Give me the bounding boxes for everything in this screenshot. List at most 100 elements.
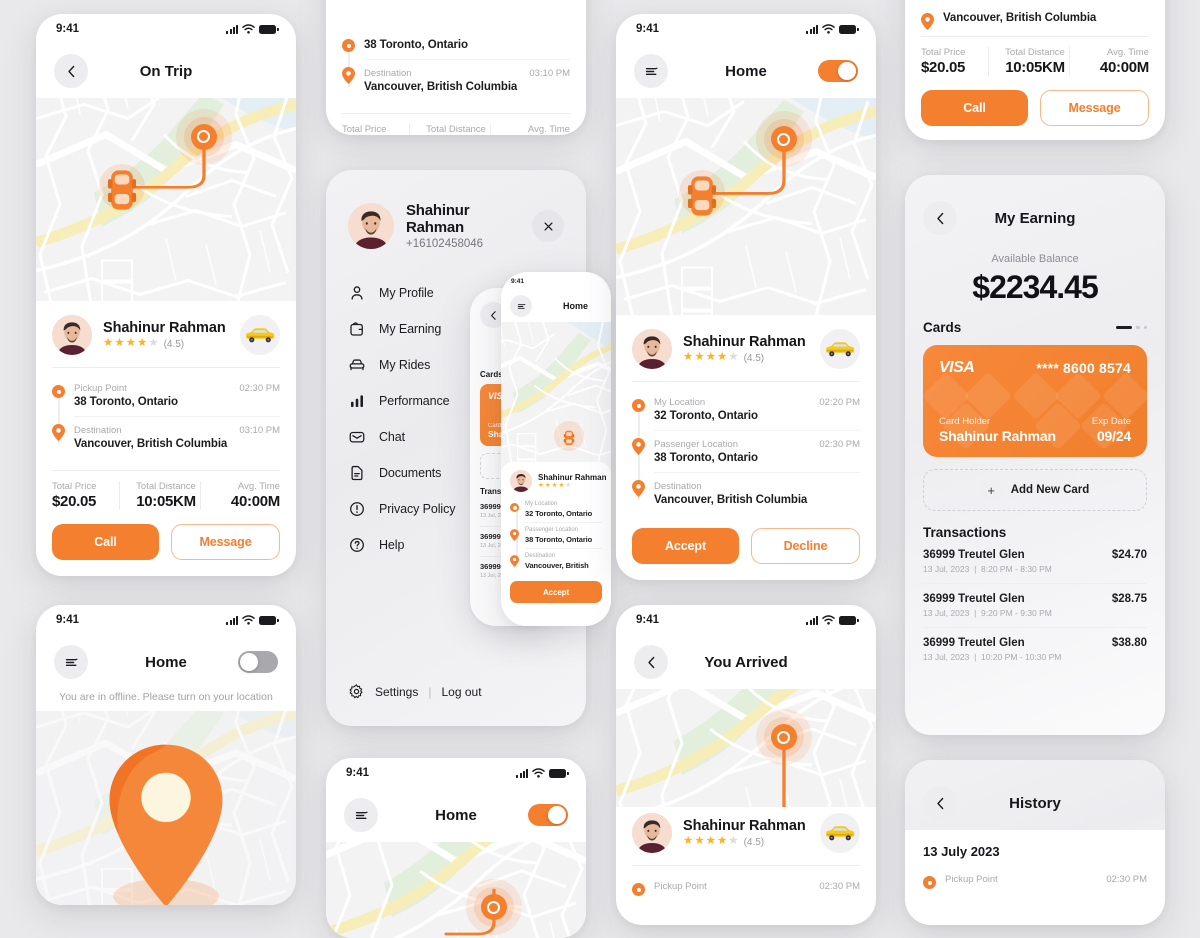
back-button[interactable] bbox=[923, 786, 957, 820]
close-button[interactable] bbox=[532, 210, 564, 242]
back-button[interactable] bbox=[54, 54, 88, 88]
map-offline[interactable] bbox=[36, 711, 296, 905]
back-button[interactable] bbox=[634, 645, 668, 679]
user-icon bbox=[348, 284, 366, 302]
document-icon bbox=[348, 464, 366, 482]
map-arrived[interactable] bbox=[616, 689, 876, 807]
destination-pin-icon bbox=[632, 480, 645, 502]
transaction-meta: 13 Jul, 2023 | 8:20 PM - 8:30 PM bbox=[923, 564, 1052, 574]
accept-button[interactable]: Accept bbox=[632, 528, 739, 564]
destination-pin-icon bbox=[921, 13, 934, 35]
battery-icon bbox=[839, 24, 859, 34]
transaction-name: 36999 Treutel Glen bbox=[923, 637, 1025, 649]
offline-message: You are in offline. Please turn on your … bbox=[59, 691, 273, 703]
online-toggle[interactable] bbox=[528, 804, 568, 826]
transaction-row[interactable]: 36999 Treutel Glen $28.75 13 Jul, 2023 |… bbox=[923, 583, 1147, 627]
menu-item-label: Chat bbox=[379, 430, 406, 444]
status-time: 9:41 bbox=[636, 614, 660, 626]
history-date: 13 July 2023 bbox=[923, 844, 1000, 859]
trip-label: Pickup Point bbox=[654, 881, 707, 892]
accept-button[interactable]: Accept bbox=[510, 581, 602, 603]
car-icon bbox=[99, 167, 145, 213]
car-marker bbox=[554, 421, 585, 451]
menu-item-label: Privacy Policy bbox=[379, 502, 456, 516]
trip-row: Destination Vancouver, British bbox=[525, 548, 602, 574]
navbar-history: History bbox=[905, 776, 1165, 830]
wifi-icon bbox=[532, 768, 545, 778]
passenger-location-pin-icon bbox=[632, 438, 645, 460]
car-marker[interactable] bbox=[98, 164, 145, 213]
online-toggle[interactable] bbox=[818, 60, 858, 82]
driver-name: Shahinur Rahman bbox=[103, 320, 226, 337]
transaction-meta: 13 Jul, 2023 | 10:20 PM - 10:30 PM bbox=[923, 652, 1062, 662]
design-canvas: 9:41 On Trip Shahinur Rahman ★ ★ ★ ★ ★ (… bbox=[0, 0, 1200, 938]
destination-pin[interactable] bbox=[755, 709, 812, 766]
vehicle-thumbnail bbox=[820, 813, 860, 853]
trip-route-list: Pickup Point 02:30 PM 38 Toronto, Ontari… bbox=[52, 378, 280, 458]
map-home[interactable] bbox=[326, 842, 586, 938]
back-button[interactable] bbox=[923, 201, 957, 235]
user-name: Shahinur Rahman bbox=[406, 202, 470, 236]
cards-label: Cards bbox=[923, 320, 962, 335]
gear-icon bbox=[348, 683, 365, 700]
transaction-row[interactable]: 36999 Treutel Glen $24.70 13 Jul, 2023 |… bbox=[923, 540, 1147, 583]
status-time: 9:41 bbox=[636, 23, 660, 35]
drawer-header: Shahinur Rahman +16102458046 bbox=[326, 170, 586, 250]
message-button[interactable]: Message bbox=[1040, 90, 1149, 126]
add-new-card-button[interactable]: + Add New Card bbox=[923, 469, 1147, 511]
map-home[interactable] bbox=[616, 98, 876, 315]
call-button[interactable]: Call bbox=[52, 524, 159, 560]
exp-date-label: Exp Date bbox=[1091, 416, 1131, 427]
chevron-left-icon bbox=[63, 63, 80, 80]
carousel-indicator[interactable] bbox=[1116, 325, 1147, 330]
settings-link[interactable]: Settings bbox=[375, 685, 418, 699]
trip-stats: Total Price $20.05 Total Distance 10:05K… bbox=[52, 481, 280, 510]
menu-item-label: My Earning bbox=[379, 322, 442, 336]
card-holder-label: Card Holder bbox=[939, 416, 991, 427]
stat-avg-time: Avg. Time 40:00M bbox=[1068, 47, 1149, 76]
menu-button[interactable] bbox=[510, 295, 532, 317]
hamburger-icon bbox=[353, 807, 370, 824]
trip-stats: Total Price $20.05 Total Distance 10:05K… bbox=[342, 124, 570, 135]
decline-button[interactable]: Decline bbox=[751, 528, 860, 564]
action-buttons: Accept Decline bbox=[632, 528, 860, 564]
menu-button[interactable] bbox=[634, 54, 668, 88]
stat-avg-time: Avg. Time 40:00M bbox=[489, 124, 570, 135]
menu-button[interactable] bbox=[344, 798, 378, 832]
chevron-left-icon bbox=[487, 309, 500, 322]
rating: ★ ★ ★ ★ ★ (4.5) bbox=[103, 337, 185, 350]
screen-call-partial: Vancouver, British Columbia Total Price … bbox=[905, 0, 1165, 140]
avatar bbox=[632, 329, 672, 369]
destination-pin[interactable] bbox=[755, 111, 812, 168]
status-bar: 9:41 bbox=[616, 14, 876, 44]
message-button[interactable]: Message bbox=[171, 524, 280, 560]
trip-row: Pickup Point 02:30 PM bbox=[632, 876, 860, 900]
screen-trip-summary-partial: 38 Toronto, Ontario Destination 03:10 PM… bbox=[326, 0, 586, 135]
vehicle-thumbnail bbox=[820, 329, 860, 369]
navbar-home: Home bbox=[326, 788, 586, 842]
menu-button[interactable] bbox=[54, 645, 88, 679]
plus-icon: + bbox=[980, 479, 1002, 501]
destination-pin[interactable] bbox=[175, 108, 232, 165]
action-buttons: Call Message bbox=[921, 90, 1149, 126]
destination-pin[interactable] bbox=[465, 879, 522, 936]
trip-route-list: My Location 02:20 PM 32 Toronto, Ontario… bbox=[632, 392, 860, 514]
overlay-home-mini: 9:41 Home Shahinur Rahman ★ ★ ★ ★ ★ My L… bbox=[501, 272, 611, 626]
driver-row: Shahinur Rahman ★ ★ ★ ★ ★ (4.5) bbox=[632, 329, 860, 369]
navbar-you-arrived: You Arrived bbox=[616, 635, 876, 689]
action-buttons: Call Message bbox=[52, 524, 280, 560]
map-on-trip[interactable] bbox=[36, 98, 296, 301]
logout-link[interactable]: Log out bbox=[441, 685, 481, 699]
screen-home-offline: 9:41 Home You are in offline. Please tur… bbox=[36, 605, 296, 905]
call-button[interactable]: Call bbox=[921, 90, 1028, 126]
transaction-row[interactable]: 36999 Treutel Glen $38.80 13 Jul, 2023 |… bbox=[923, 627, 1147, 671]
online-toggle[interactable] bbox=[238, 651, 278, 673]
wifi-icon bbox=[822, 24, 835, 34]
car-marker[interactable] bbox=[678, 170, 725, 217]
trip-info-card: Shahinur Rahman ★ ★ ★ ★ ★ (4.5) Pickup Point bbox=[36, 301, 296, 576]
driver-row: Shahinur Rahman ★ ★ ★ ★ ★ (4.5) bbox=[632, 813, 860, 853]
map-mini[interactable] bbox=[501, 322, 611, 472]
visa-card[interactable]: VISA **** 8600 8574 Card Holder Shahinur… bbox=[923, 345, 1147, 457]
menu-item-label: My Rides bbox=[379, 358, 431, 372]
transaction-amount: $38.80 bbox=[1111, 637, 1147, 649]
